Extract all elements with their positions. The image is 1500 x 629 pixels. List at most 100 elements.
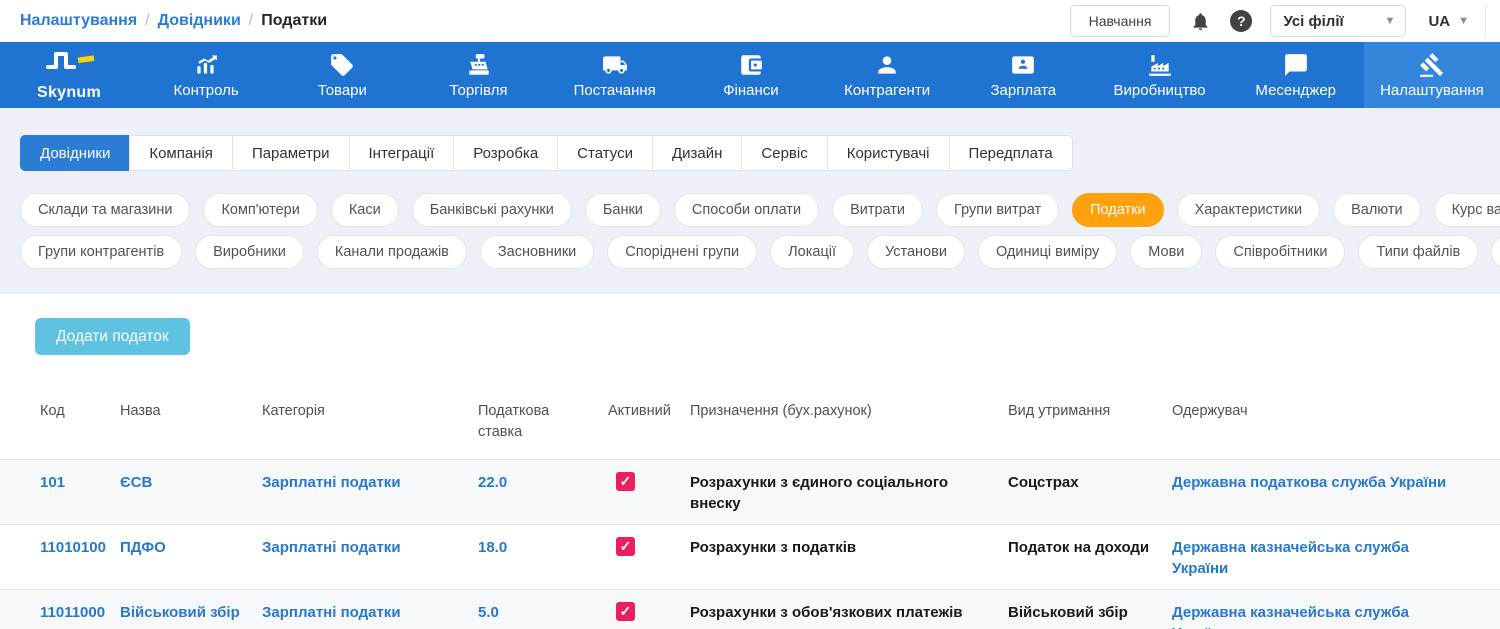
skynum-logo-icon (40, 48, 98, 83)
chart-growth-icon (193, 52, 219, 78)
nav-item-торгівля[interactable]: Торгівля (410, 42, 546, 108)
tax-name-link[interactable]: ЄСВ (120, 472, 262, 493)
tax-withholding-type: Соцстрах (1008, 472, 1172, 493)
pill-характеристики[interactable]: Характеристики (1177, 193, 1321, 227)
pill-групи-контрагентів[interactable]: Групи контрагентів (20, 235, 182, 269)
pill-установи[interactable]: Установи (867, 235, 965, 269)
pill-типи-файлів[interactable]: Типи файлів (1358, 235, 1478, 269)
tax-withholding-type: Військовий збір (1008, 602, 1172, 623)
main-navigation: Skynum Контроль ТовариТоргівляПостачання Ф… (0, 42, 1500, 108)
pill-локації[interactable]: Локації (770, 235, 854, 269)
breadcrumb: Налаштування/Довідники/Податки (20, 12, 327, 30)
pill-групи-витрат[interactable]: Групи витрат (936, 193, 1059, 227)
tab-інтеграції[interactable]: Інтеграції (349, 135, 455, 171)
tax-recipient-link[interactable]: Державна казначейська служба України (1172, 602, 1480, 629)
add-tax-button[interactable]: Додати податок (35, 318, 190, 355)
tax-category-link[interactable]: Зарплатні податки (262, 602, 478, 623)
table-header-row: КодНазваКатегоріяПодаткова ставкаАктивни… (0, 381, 1500, 459)
active-checkbox[interactable]: ✓ (616, 537, 635, 556)
breadcrumb-item[interactable]: Довідники (158, 12, 241, 30)
pill-канали-продажів[interactable]: Канали продажів (317, 235, 467, 269)
taxes-table: КодНазваКатегоріяПодаткова ставкаАктивни… (0, 381, 1500, 629)
salary-envelope-icon (1010, 52, 1036, 78)
nav-item-контроль[interactable]: Контроль (138, 42, 274, 108)
tab-довідники[interactable]: Довідники (20, 135, 130, 171)
tax-name-link[interactable]: ПДФО (120, 537, 262, 558)
tab-дизайн[interactable]: Дизайн (652, 135, 742, 171)
tab-користувачі[interactable]: Користувачі (827, 135, 950, 171)
pill-способи-оплати[interactable]: Способи оплати (674, 193, 819, 227)
tax-recipient-link[interactable]: Державна казначейська служба України (1172, 537, 1480, 579)
tab-розробка[interactable]: Розробка (453, 135, 558, 171)
tab-сервіс[interactable]: Сервіс (741, 135, 827, 171)
skynum-logo[interactable]: Skynum (0, 42, 138, 108)
nav-item-постачання[interactable]: Постачання (547, 42, 683, 108)
column-header: Активний (608, 393, 690, 422)
training-button[interactable]: Навчання (1070, 5, 1171, 37)
nav-item-месенджер[interactable]: Месенджер (1228, 42, 1364, 108)
pill-комп'ютери[interactable]: Комп'ютери (203, 193, 317, 227)
topbar: Налаштування/Довідники/Податки Навчання … (0, 0, 1500, 42)
column-header: Одержувач (1172, 393, 1480, 422)
help-icon[interactable]: ? (1230, 10, 1252, 32)
tab-статуси[interactable]: Статуси (557, 135, 653, 171)
pill-виробники[interactable]: Виробники (195, 235, 304, 269)
pill-мови[interactable]: Мови (1130, 235, 1202, 269)
branch-select[interactable]: Усі філії ▼ (1270, 5, 1406, 37)
gavel-icon (1419, 52, 1445, 78)
tax-rate-link[interactable]: 5.0 (478, 602, 608, 623)
nav-item-фінанси[interactable]: Фінанси (683, 42, 819, 108)
settings-tabs: ДовідникиКомпаніяПараметриІнтеграціїРозр… (20, 135, 1500, 171)
table-row: 11011000Військовий збірЗарплатні податки… (0, 589, 1500, 629)
nav-item-товари[interactable]: Товари (274, 42, 410, 108)
breadcrumb-item[interactable]: Налаштування (20, 12, 137, 30)
tab-параметри[interactable]: Параметри (232, 135, 350, 171)
pill-банки[interactable]: Банки (585, 193, 661, 227)
pill-споріднені-групи[interactable]: Споріднені групи (607, 235, 757, 269)
wallet-icon (738, 52, 764, 78)
column-header: Назва (120, 393, 262, 422)
pill-одиниці-виміру[interactable]: Одиниці виміру (978, 235, 1117, 269)
pill-курс-валют[interactable]: Курс валют (1434, 193, 1500, 227)
column-header: Вид утримання (1008, 393, 1172, 422)
tab-передплата[interactable]: Передплата (949, 135, 1073, 171)
breadcrumb-item: Податки (261, 12, 327, 30)
tax-rate-link[interactable]: 18.0 (478, 537, 608, 558)
language-select-value: UA (1428, 13, 1450, 30)
pill-банківські-рахунки[interactable]: Банківські рахунки (412, 193, 572, 227)
tax-code-link[interactable]: 11011000 (40, 602, 120, 623)
pill-план-рахунків[interactable]: План рахунків (1491, 235, 1500, 269)
pill-склади-та-магазини[interactable]: Склади та магазини (20, 193, 190, 227)
directory-pills-row-2: Групи контрагентів Виробники Канали продаж… (20, 235, 1500, 269)
tax-category-link[interactable]: Зарплатні податки (262, 537, 478, 558)
pill-засновники[interactable]: Засновники (480, 235, 594, 269)
cash-register-icon (466, 52, 492, 78)
tax-rate-link[interactable]: 22.0 (478, 472, 608, 493)
tax-code-link[interactable]: 101 (40, 472, 120, 493)
tax-name-link[interactable]: Військовий збір (120, 602, 262, 623)
active-cell: ✓ (608, 472, 690, 491)
pill-витрати[interactable]: Витрати (832, 193, 923, 227)
pill-валюти[interactable]: Валюти (1333, 193, 1421, 227)
nav-item-label: Фінанси (723, 82, 779, 99)
tab-компанія[interactable]: Компанія (129, 135, 233, 171)
tax-category-link[interactable]: Зарплатні податки (262, 472, 478, 493)
pill-каси[interactable]: Каси (331, 193, 399, 227)
person-icon (874, 52, 900, 78)
pill-податки[interactable]: Податки (1072, 193, 1163, 227)
nav-item-контрагенти[interactable]: Контрагенти (819, 42, 955, 108)
tax-recipient-link[interactable]: Державна податкова служба України (1172, 472, 1480, 493)
active-checkbox[interactable]: ✓ (616, 472, 635, 491)
nav-item-label: Виробництво (1114, 82, 1206, 99)
notifications-bell-icon[interactable] (1188, 9, 1212, 33)
nav-item-label: Контроль (174, 82, 239, 99)
pill-співробітники[interactable]: Співробітники (1215, 235, 1345, 269)
nav-item-виробництво[interactable]: Виробництво (1091, 42, 1227, 108)
table-row: 11010100ПДФОЗарплатні податки18.0✓Розрах… (0, 524, 1500, 589)
nav-item-label: Контрагенти (844, 82, 930, 99)
active-checkbox[interactable]: ✓ (616, 602, 635, 621)
nav-item-зарплата[interactable]: Зарплата (955, 42, 1091, 108)
nav-item-налаштування[interactable]: Налаштування (1364, 42, 1500, 108)
tax-code-link[interactable]: 11010100 (40, 537, 120, 558)
language-select[interactable]: UA ▼ (1424, 5, 1486, 37)
